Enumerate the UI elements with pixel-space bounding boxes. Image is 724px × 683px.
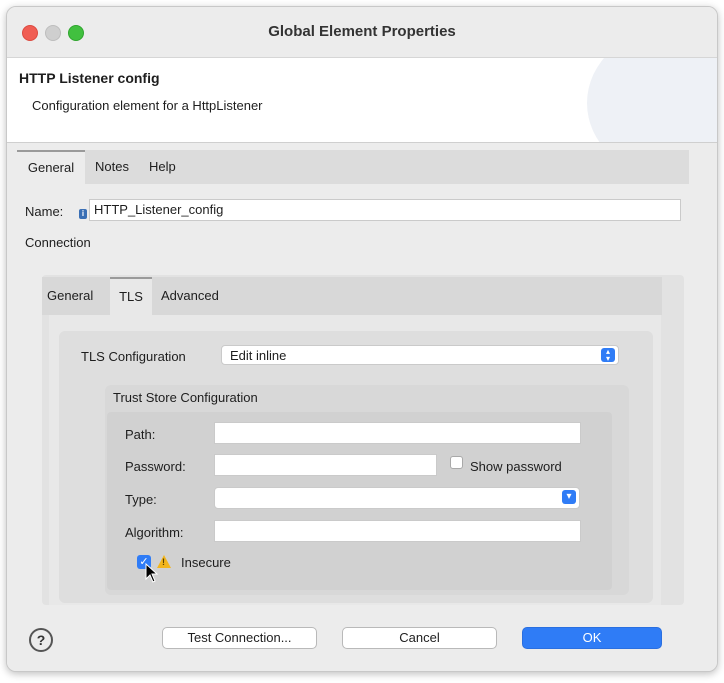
header-decoration — [587, 58, 717, 142]
path-input[interactable] — [214, 422, 581, 444]
chevron-updown-icon: ▴ ▾ — [601, 348, 615, 363]
window-title: Global Element Properties — [268, 23, 456, 40]
path-label: Path: — [125, 427, 156, 442]
dialog-window: Global Element Properties HTTP Listener … — [6, 6, 718, 672]
ok-button[interactable]: OK — [522, 627, 662, 649]
mouse-cursor-icon — [145, 563, 159, 583]
dialog-header: HTTP Listener config Configuration eleme… — [7, 57, 717, 143]
connection-tab-tls[interactable]: TLS — [110, 277, 152, 315]
trust-store-title: Trust Store Configuration — [113, 390, 258, 405]
connection-tabbar: General TLS Advanced — [42, 277, 662, 315]
type-label: Type: — [125, 492, 157, 507]
chevron-down-icon: ▾ — [562, 490, 576, 504]
connection-label: Connection — [25, 235, 91, 250]
algorithm-label: Algorithm: — [125, 525, 184, 540]
tab-notes[interactable]: Notes — [95, 150, 129, 184]
algorithm-input[interactable] — [214, 520, 581, 542]
connection-tab-advanced[interactable]: Advanced — [161, 277, 219, 315]
help-icon[interactable]: ? — [29, 628, 53, 652]
type-select[interactable]: ▾ — [214, 487, 580, 509]
name-label: Name: — [25, 204, 64, 219]
show-password-checkbox[interactable] — [450, 456, 463, 469]
insecure-label: Insecure — [181, 555, 231, 570]
tls-configuration-select[interactable]: Edit inline ▴ ▾ — [221, 345, 619, 365]
title-bar: Global Element Properties — [7, 7, 717, 57]
info-icon: i — [79, 209, 87, 219]
password-label: Password: — [125, 459, 186, 474]
connection-tab-general[interactable]: General — [47, 277, 93, 315]
cancel-button[interactable]: Cancel — [342, 627, 497, 649]
tls-configuration-value: Edit inline — [230, 348, 287, 363]
name-input[interactable]: HTTP_Listener_config — [89, 199, 681, 221]
test-connection-button[interactable]: Test Connection... — [162, 627, 317, 649]
tls-configuration-label: TLS Configuration — [81, 349, 186, 364]
password-input[interactable] — [214, 454, 437, 476]
warning-icon: ! — [157, 555, 171, 568]
header-description: Configuration element for a HttpListener — [32, 98, 263, 113]
main-tabbar: General Notes Help — [17, 150, 689, 184]
tab-help[interactable]: Help — [149, 150, 176, 184]
tab-general[interactable]: General — [17, 150, 85, 184]
header-title: HTTP Listener config — [19, 70, 160, 86]
show-password-label: Show password — [470, 459, 562, 474]
